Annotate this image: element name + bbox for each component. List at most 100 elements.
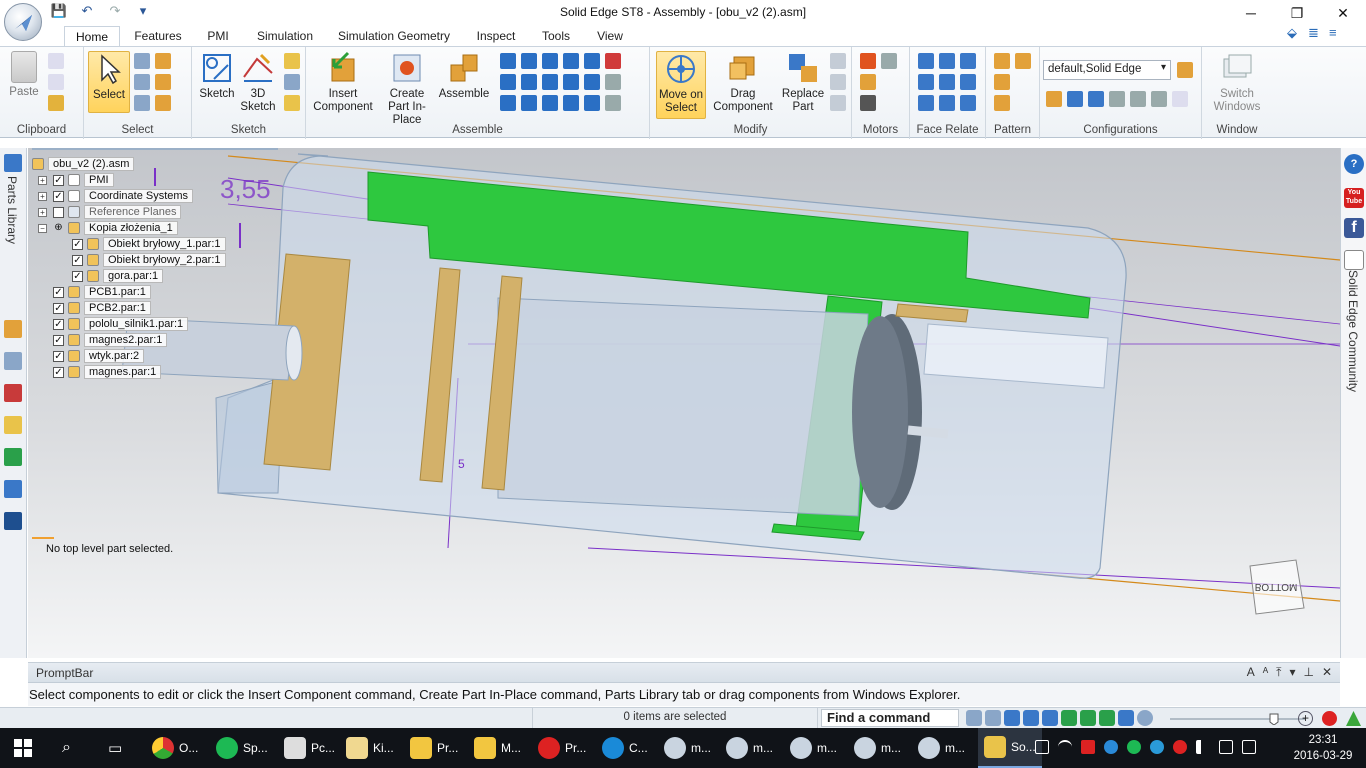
- move-on-select-button[interactable]: Move on Select: [656, 51, 706, 119]
- modify-tool-1-icon[interactable]: [830, 53, 846, 69]
- visibility-checkbox[interactable]: ✓: [53, 350, 64, 362]
- spotify-tray-icon[interactable]: [1127, 740, 1141, 754]
- config-6-icon[interactable]: [1151, 91, 1167, 107]
- wifi-icon[interactable]: [1058, 740, 1072, 754]
- axial-align-icon[interactable]: [542, 53, 558, 69]
- face-relate-8-icon[interactable]: [939, 95, 955, 111]
- teamcenter-icon[interactable]: [4, 512, 22, 530]
- onedrive-icon[interactable]: [1104, 740, 1118, 754]
- application-button[interactable]: [4, 3, 42, 41]
- tree-item-part[interactable]: ✓ Obiekt bryłowy_1.par:1: [72, 237, 226, 251]
- taskbar-app-spotify[interactable]: Sp...: [216, 728, 268, 768]
- tree-item-part[interactable]: ✓ wtyk.par:2: [53, 349, 145, 363]
- graphics-viewport[interactable]: 3,55 5 obu_v2 (2).asm + ✓ PMI + ✓ Coordi…: [28, 148, 1340, 658]
- spin-icon[interactable]: [1061, 710, 1077, 726]
- tab-view[interactable]: View: [590, 26, 630, 47]
- tab-simulation-geometry[interactable]: Simulation Geometry: [334, 26, 454, 47]
- cut-icon[interactable]: [48, 53, 64, 69]
- cam-icon[interactable]: [521, 74, 537, 90]
- tree-item-part[interactable]: ✓ Obiekt bryłowy_2.par:1: [72, 253, 226, 267]
- paste-button[interactable]: Paste: [6, 51, 42, 99]
- up-icon[interactable]: [1346, 711, 1361, 726]
- duplicate-icon[interactable]: [994, 95, 1010, 111]
- sensors-icon[interactable]: [4, 384, 22, 402]
- config-3-icon[interactable]: [1088, 91, 1104, 107]
- pattern-icon[interactable]: [994, 53, 1010, 69]
- alternate-assemblies-icon[interactable]: [4, 448, 22, 466]
- path-icon[interactable]: [500, 95, 516, 111]
- dimension-label-2[interactable]: 5: [458, 457, 465, 471]
- zoom-icon[interactable]: [1004, 710, 1020, 726]
- zoom-area-icon[interactable]: [985, 710, 1001, 726]
- parallel-icon[interactable]: [563, 74, 579, 90]
- connect-icon[interactable]: [584, 53, 600, 69]
- community-tab[interactable]: Solid Edge Community: [1346, 270, 1360, 392]
- motor-4-icon[interactable]: [860, 95, 876, 111]
- tree-item-part[interactable]: ✓ PCB2.par:1: [53, 301, 151, 315]
- face-relate-7-icon[interactable]: [918, 95, 934, 111]
- taskbar-app-pc[interactable]: Pc...: [284, 728, 335, 768]
- taskbar-app-kicad[interactable]: Ki...: [346, 728, 394, 768]
- create-part-in-place-button[interactable]: Create Part In-Place: [378, 51, 436, 127]
- pattern-3-icon[interactable]: [1015, 74, 1031, 90]
- rigid-set-icon[interactable]: [521, 95, 537, 111]
- modify-tool-2-icon[interactable]: [830, 74, 846, 90]
- expand-icon[interactable]: +: [38, 191, 47, 201]
- view-style-icon[interactable]: [1099, 710, 1115, 726]
- motor-2-icon[interactable]: [881, 53, 897, 69]
- face-relate-4-icon[interactable]: [918, 74, 934, 90]
- replace-part-button[interactable]: Replace Part: [780, 51, 826, 114]
- motor-icon[interactable]: [860, 53, 876, 69]
- visibility-checkbox[interactable]: ⊕: [53, 222, 64, 234]
- config-1-icon[interactable]: [1046, 91, 1062, 107]
- youtube-icon[interactable]: You Tube: [1344, 188, 1364, 208]
- gear-relate-icon[interactable]: [542, 74, 558, 90]
- sketch-view-icon[interactable]: [1080, 710, 1096, 726]
- device-icon[interactable]: [1035, 740, 1049, 754]
- taskbar-app-chrome[interactable]: O...: [152, 728, 198, 768]
- zoom-slider[interactable]: [1166, 712, 1316, 725]
- face-relate-2-icon[interactable]: [939, 53, 955, 69]
- shade-icon[interactable]: [1118, 710, 1134, 726]
- visibility-checkbox[interactable]: ✓: [53, 174, 64, 186]
- taskbar-app-paint-2[interactable]: m...: [726, 728, 773, 768]
- dropdown-icon[interactable]: ▾: [1289, 665, 1295, 680]
- selection-manager-icon[interactable]: [4, 480, 22, 498]
- relationship-icon[interactable]: [584, 95, 600, 111]
- tree-item-part[interactable]: ✓ magnes.par:1: [53, 365, 162, 379]
- tab-home[interactable]: Home: [64, 26, 120, 47]
- docs-icon[interactable]: ≡: [1329, 25, 1344, 40]
- taskbar-app-paint-5[interactable]: m...: [918, 728, 965, 768]
- tree-item-pmi[interactable]: + ✓ PMI: [38, 173, 114, 187]
- capture-fit-icon[interactable]: [605, 95, 621, 111]
- tangent-icon[interactable]: [500, 74, 516, 90]
- mate-icon[interactable]: [500, 53, 516, 69]
- view-cube[interactable]: BOTTOM: [1246, 558, 1306, 616]
- pin-icon[interactable]: ⊥: [1303, 665, 1313, 680]
- face-relate-1-icon[interactable]: [918, 53, 934, 69]
- config-7-icon[interactable]: [1172, 91, 1188, 107]
- close-button[interactable]: ✕: [1320, 0, 1366, 26]
- close-icon[interactable]: ✕: [1322, 665, 1332, 680]
- taskbar-app-pdf[interactable]: Pr...: [538, 728, 586, 768]
- flash-fit-icon[interactable]: [563, 95, 579, 111]
- select-window-icon[interactable]: [134, 74, 150, 90]
- select-tool-icon[interactable]: [134, 53, 150, 69]
- config-2-icon[interactable]: [1067, 91, 1083, 107]
- stop-icon[interactable]: [1322, 711, 1337, 726]
- dimension-label[interactable]: 3,55: [220, 174, 271, 204]
- tab-tools[interactable]: Tools: [536, 26, 576, 47]
- motor-3-icon[interactable]: [881, 74, 897, 90]
- configuration-select[interactable]: default,Solid Edge ▾: [1043, 60, 1171, 80]
- tab-inspect[interactable]: Inspect: [470, 26, 522, 47]
- select-filter-icon[interactable]: [155, 53, 171, 69]
- visibility-checkbox[interactable]: ✓: [72, 238, 83, 250]
- sketch-tool-1-icon[interactable]: [284, 53, 300, 69]
- zoom-out-icon[interactable]: [1137, 710, 1153, 726]
- sketch-3d-button[interactable]: 3D Sketch: [238, 51, 278, 114]
- assemble-button[interactable]: Assemble: [438, 51, 490, 101]
- assembly-model[interactable]: 3,55 5: [28, 148, 1340, 658]
- modify-tool-3-icon[interactable]: [830, 95, 846, 111]
- face-relate-6-icon[interactable]: [960, 74, 976, 90]
- battery-icon[interactable]: [1219, 740, 1233, 754]
